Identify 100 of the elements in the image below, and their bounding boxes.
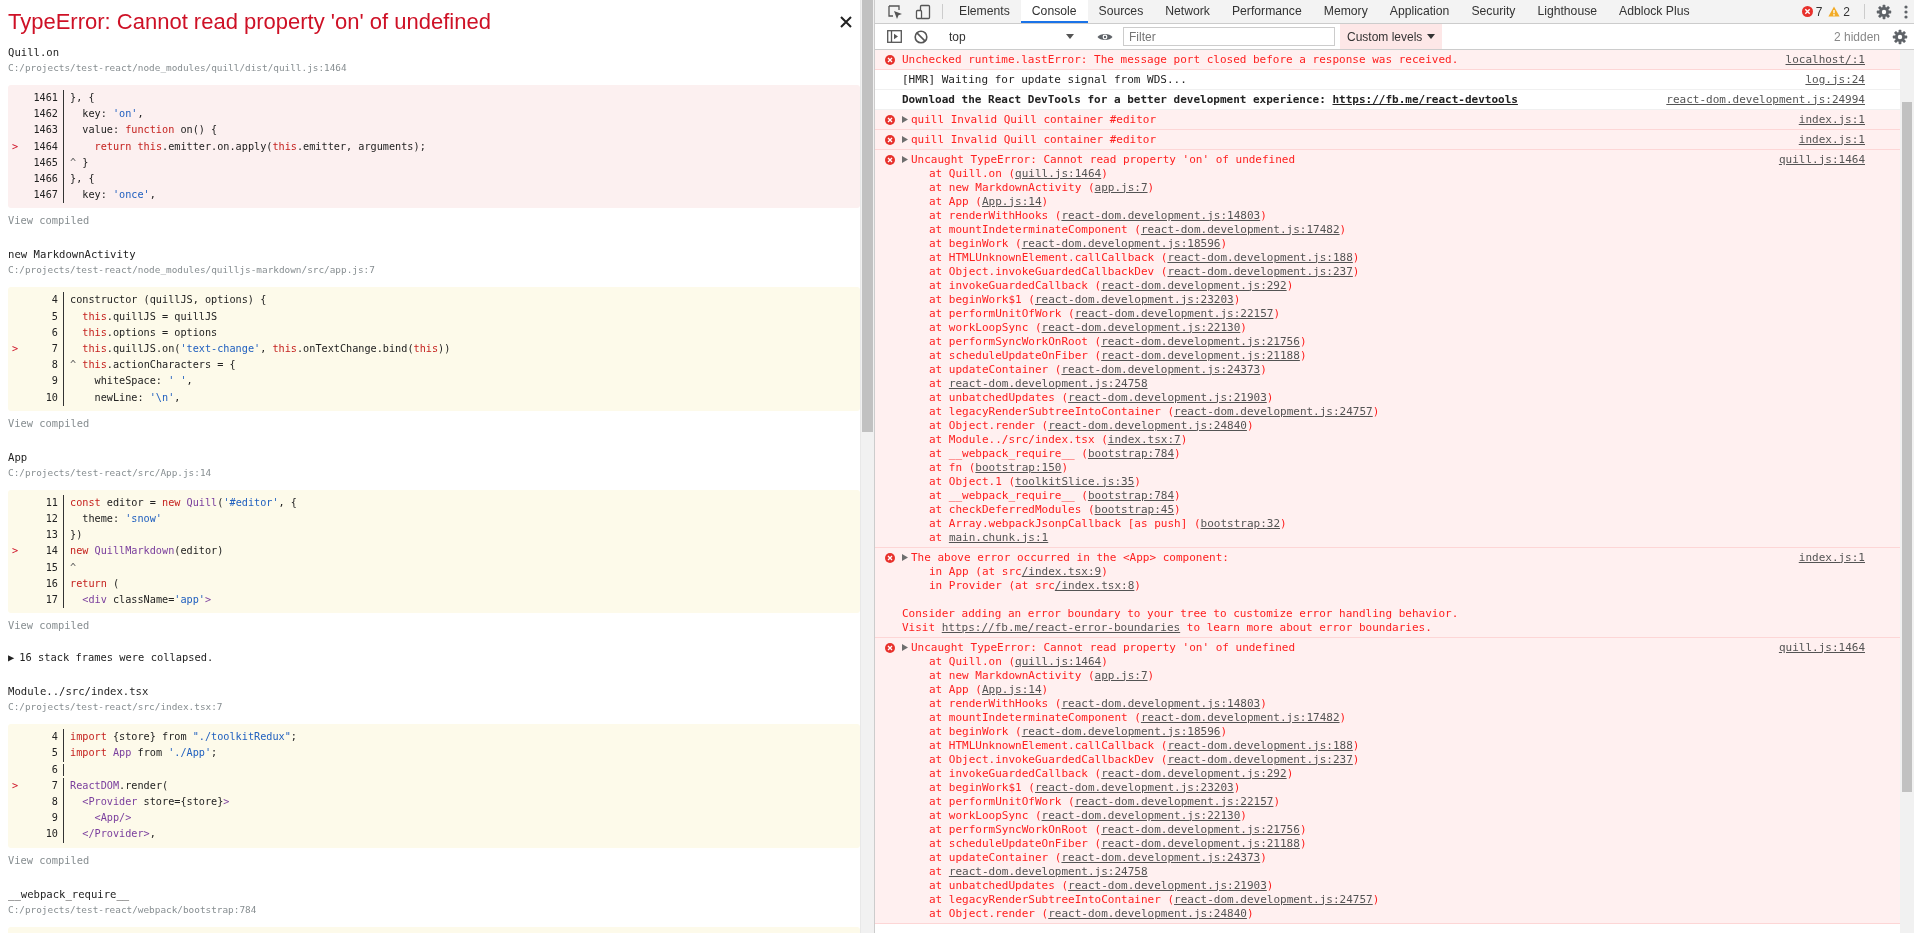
message-link[interactable]: react-dom.development.js:14803 bbox=[1061, 696, 1261, 710]
message-link[interactable]: react-dom.development.js:18596 bbox=[1021, 236, 1221, 250]
message-link[interactable]: react-dom.development.js:21903 bbox=[1068, 878, 1267, 892]
message-link[interactable]: react-dom.development.js:21756 bbox=[1101, 822, 1300, 836]
code-line: constructor (quillJS, options) { bbox=[63, 292, 267, 309]
message-link[interactable]: app.js:7 bbox=[1094, 180, 1148, 194]
message-link[interactable]: react-dom.development.js:24840 bbox=[1048, 906, 1247, 920]
scrollbar-thumb[interactable] bbox=[1902, 102, 1912, 792]
message-link[interactable]: bootstrap:784 bbox=[1087, 446, 1175, 460]
message-link[interactable]: react-dom.development.js:22157 bbox=[1074, 306, 1274, 320]
message-link[interactable]: react-dom.development.js:237 bbox=[1167, 752, 1353, 766]
source-link[interactable]: index.js:1 bbox=[1798, 132, 1865, 147]
message-link[interactable]: App.js:14 bbox=[982, 194, 1042, 208]
message-link[interactable]: react-dom.development.js:22157 bbox=[1074, 794, 1274, 808]
source-link[interactable]: index.js:1 bbox=[1798, 550, 1865, 565]
line-number: 1463 bbox=[32, 123, 59, 138]
message-link[interactable]: quill.js:1464 bbox=[1015, 654, 1102, 668]
source-link[interactable]: localhost/:1 bbox=[1785, 52, 1865, 67]
message-link[interactable]: react-dom.development.js:23203 bbox=[1034, 292, 1234, 306]
message-link[interactable]: bootstrap:784 bbox=[1087, 488, 1175, 502]
expand-triangle-icon[interactable] bbox=[902, 554, 908, 561]
message-link[interactable]: react-dom.development.js:24758 bbox=[948, 864, 1148, 878]
view-compiled-link[interactable]: View compiled bbox=[8, 212, 90, 229]
message-link[interactable]: app.js:7 bbox=[1094, 668, 1148, 682]
filter-field[interactable]: Filter bbox=[1123, 27, 1335, 46]
view-compiled-link[interactable]: View compiled bbox=[8, 851, 90, 868]
view-compiled-link[interactable]: View compiled bbox=[8, 414, 90, 431]
message-link[interactable]: react-dom.development.js:14803 bbox=[1061, 208, 1261, 222]
function-name: App bbox=[8, 449, 29, 465]
message-text: Unchecked runtime.lastError: The message port closed before a response was received. bbox=[902, 52, 1459, 67]
tab[interactable]: Security bbox=[1460, 0, 1527, 23]
devices-icon bbox=[915, 3, 931, 20]
expand-triangle-icon[interactable] bbox=[902, 136, 908, 143]
message-link[interactable]: react-dom.development.js:292 bbox=[1101, 278, 1287, 292]
message-link[interactable]: react-dom.development.js:24840 bbox=[1048, 418, 1247, 432]
message-link[interactable]: react-dom.development.js:292 bbox=[1101, 766, 1287, 780]
caret-icon bbox=[1066, 34, 1074, 39]
stack-frame-line: at Object.1 (toolkitSlice.js:35) bbox=[929, 474, 1141, 489]
message-link[interactable]: quill.js:1464 bbox=[1015, 166, 1102, 180]
message-link[interactable]: https://fb.me/react-devtools bbox=[1332, 92, 1518, 106]
tab[interactable]: Application bbox=[1378, 0, 1461, 23]
message-link[interactable]: react-dom.development.js:188 bbox=[1167, 250, 1353, 264]
stack-frame-line: at Quill.on (quill.js:1464) bbox=[929, 166, 1108, 181]
message-link[interactable]: react-dom.development.js:22130 bbox=[1041, 808, 1241, 822]
message-link[interactable]: react-dom.development.js:24757 bbox=[1174, 892, 1373, 906]
message-link[interactable]: bootstrap:45 bbox=[1094, 502, 1175, 516]
log-levels-dropdown[interactable]: Custom levels bbox=[1340, 24, 1443, 49]
message-link[interactable]: react-dom.development.js:188 bbox=[1167, 738, 1353, 752]
close-button[interactable] bbox=[838, 14, 854, 30]
message-link[interactable]: react-dom.development.js:24373 bbox=[1061, 850, 1261, 864]
message-link[interactable]: toolkitSlice.js:35 bbox=[1015, 474, 1135, 488]
view-compiled-link[interactable]: View compiled bbox=[8, 617, 90, 634]
code-line: value: function on() { bbox=[63, 122, 218, 139]
function-name: __webpack_require__ bbox=[8, 886, 131, 902]
message-link[interactable]: react-dom.development.js:17482 bbox=[1140, 710, 1340, 724]
source-link[interactable]: quill.js:1464 bbox=[1778, 640, 1865, 655]
message-link[interactable]: App.js:14 bbox=[982, 682, 1042, 696]
code-line: <App/> bbox=[63, 810, 132, 827]
expand-triangle-icon[interactable] bbox=[902, 644, 908, 651]
source-link[interactable]: react-dom.development.js:24994 bbox=[1666, 92, 1865, 107]
message-link[interactable]: react-dom.development.js:24758 bbox=[948, 376, 1148, 390]
source-link[interactable]: index.js:1 bbox=[1798, 112, 1865, 127]
tab[interactable]: Network bbox=[1154, 0, 1221, 23]
message-link[interactable]: react-dom.development.js:18596 bbox=[1021, 724, 1221, 738]
expand-triangle-icon[interactable] bbox=[902, 116, 908, 123]
message-link[interactable]: bootstrap:32 bbox=[1200, 516, 1280, 530]
message-link[interactable]: main.chunk.js:1 bbox=[948, 530, 1049, 544]
message-link[interactable]: /index.tsx:8 bbox=[1054, 578, 1135, 592]
tab[interactable]: Console bbox=[1020, 0, 1088, 23]
error-icon bbox=[884, 154, 895, 165]
message-link[interactable]: react-dom.development.js:21903 bbox=[1068, 390, 1267, 404]
message-link[interactable]: react-dom.development.js:21188 bbox=[1101, 836, 1300, 850]
message-link[interactable]: https://fb.me/react-error-boundaries bbox=[941, 620, 1181, 634]
message-link[interactable]: react-dom.development.js:17482 bbox=[1140, 222, 1340, 236]
message-link[interactable]: react-dom.development.js:21756 bbox=[1101, 334, 1300, 348]
message-link[interactable]: react-dom.development.js:23203 bbox=[1034, 780, 1234, 794]
tab[interactable]: Memory bbox=[1312, 0, 1379, 23]
message-text: Visit https://fb.me/react-error-boundaries to learn more about error boundaries. bbox=[902, 620, 1432, 635]
issues-counter[interactable]: 7 2 bbox=[1795, 0, 1859, 23]
message-link[interactable]: index.tsx:7 bbox=[1107, 432, 1181, 446]
tab[interactable]: Elements bbox=[948, 0, 1021, 23]
message-link[interactable]: react-dom.development.js:237 bbox=[1167, 264, 1353, 278]
message-link[interactable]: /index.tsx:9 bbox=[1021, 564, 1102, 578]
message-link[interactable]: react-dom.development.js:24373 bbox=[1061, 362, 1261, 376]
message-link[interactable]: bootstrap:150 bbox=[975, 460, 1062, 474]
tab[interactable]: Sources bbox=[1087, 0, 1155, 23]
tab[interactable]: Adblock Plus bbox=[1608, 0, 1701, 23]
message-link[interactable]: react-dom.development.js:21188 bbox=[1101, 348, 1300, 362]
error-title: TypeError: Cannot read property 'on' of undefined bbox=[8, 9, 491, 35]
context-select[interactable]: top bbox=[945, 26, 1080, 47]
message-link[interactable]: react-dom.development.js:22130 bbox=[1041, 320, 1241, 334]
source-link[interactable]: quill.js:1464 bbox=[1778, 152, 1865, 167]
message-link[interactable]: react-dom.development.js:24757 bbox=[1174, 404, 1373, 418]
collapsed-frames-toggle[interactable]: ▶ 16 stack frames were collapsed. bbox=[8, 649, 214, 666]
function-name: new MarkdownActivity bbox=[8, 247, 137, 263]
tab[interactable]: Performance bbox=[1220, 0, 1313, 23]
scrollbar-thumb[interactable] bbox=[862, 0, 873, 432]
tab[interactable]: Lighthouse bbox=[1526, 0, 1609, 23]
source-link[interactable]: log.js:24 bbox=[1805, 72, 1865, 87]
expand-triangle-icon[interactable] bbox=[902, 156, 908, 163]
